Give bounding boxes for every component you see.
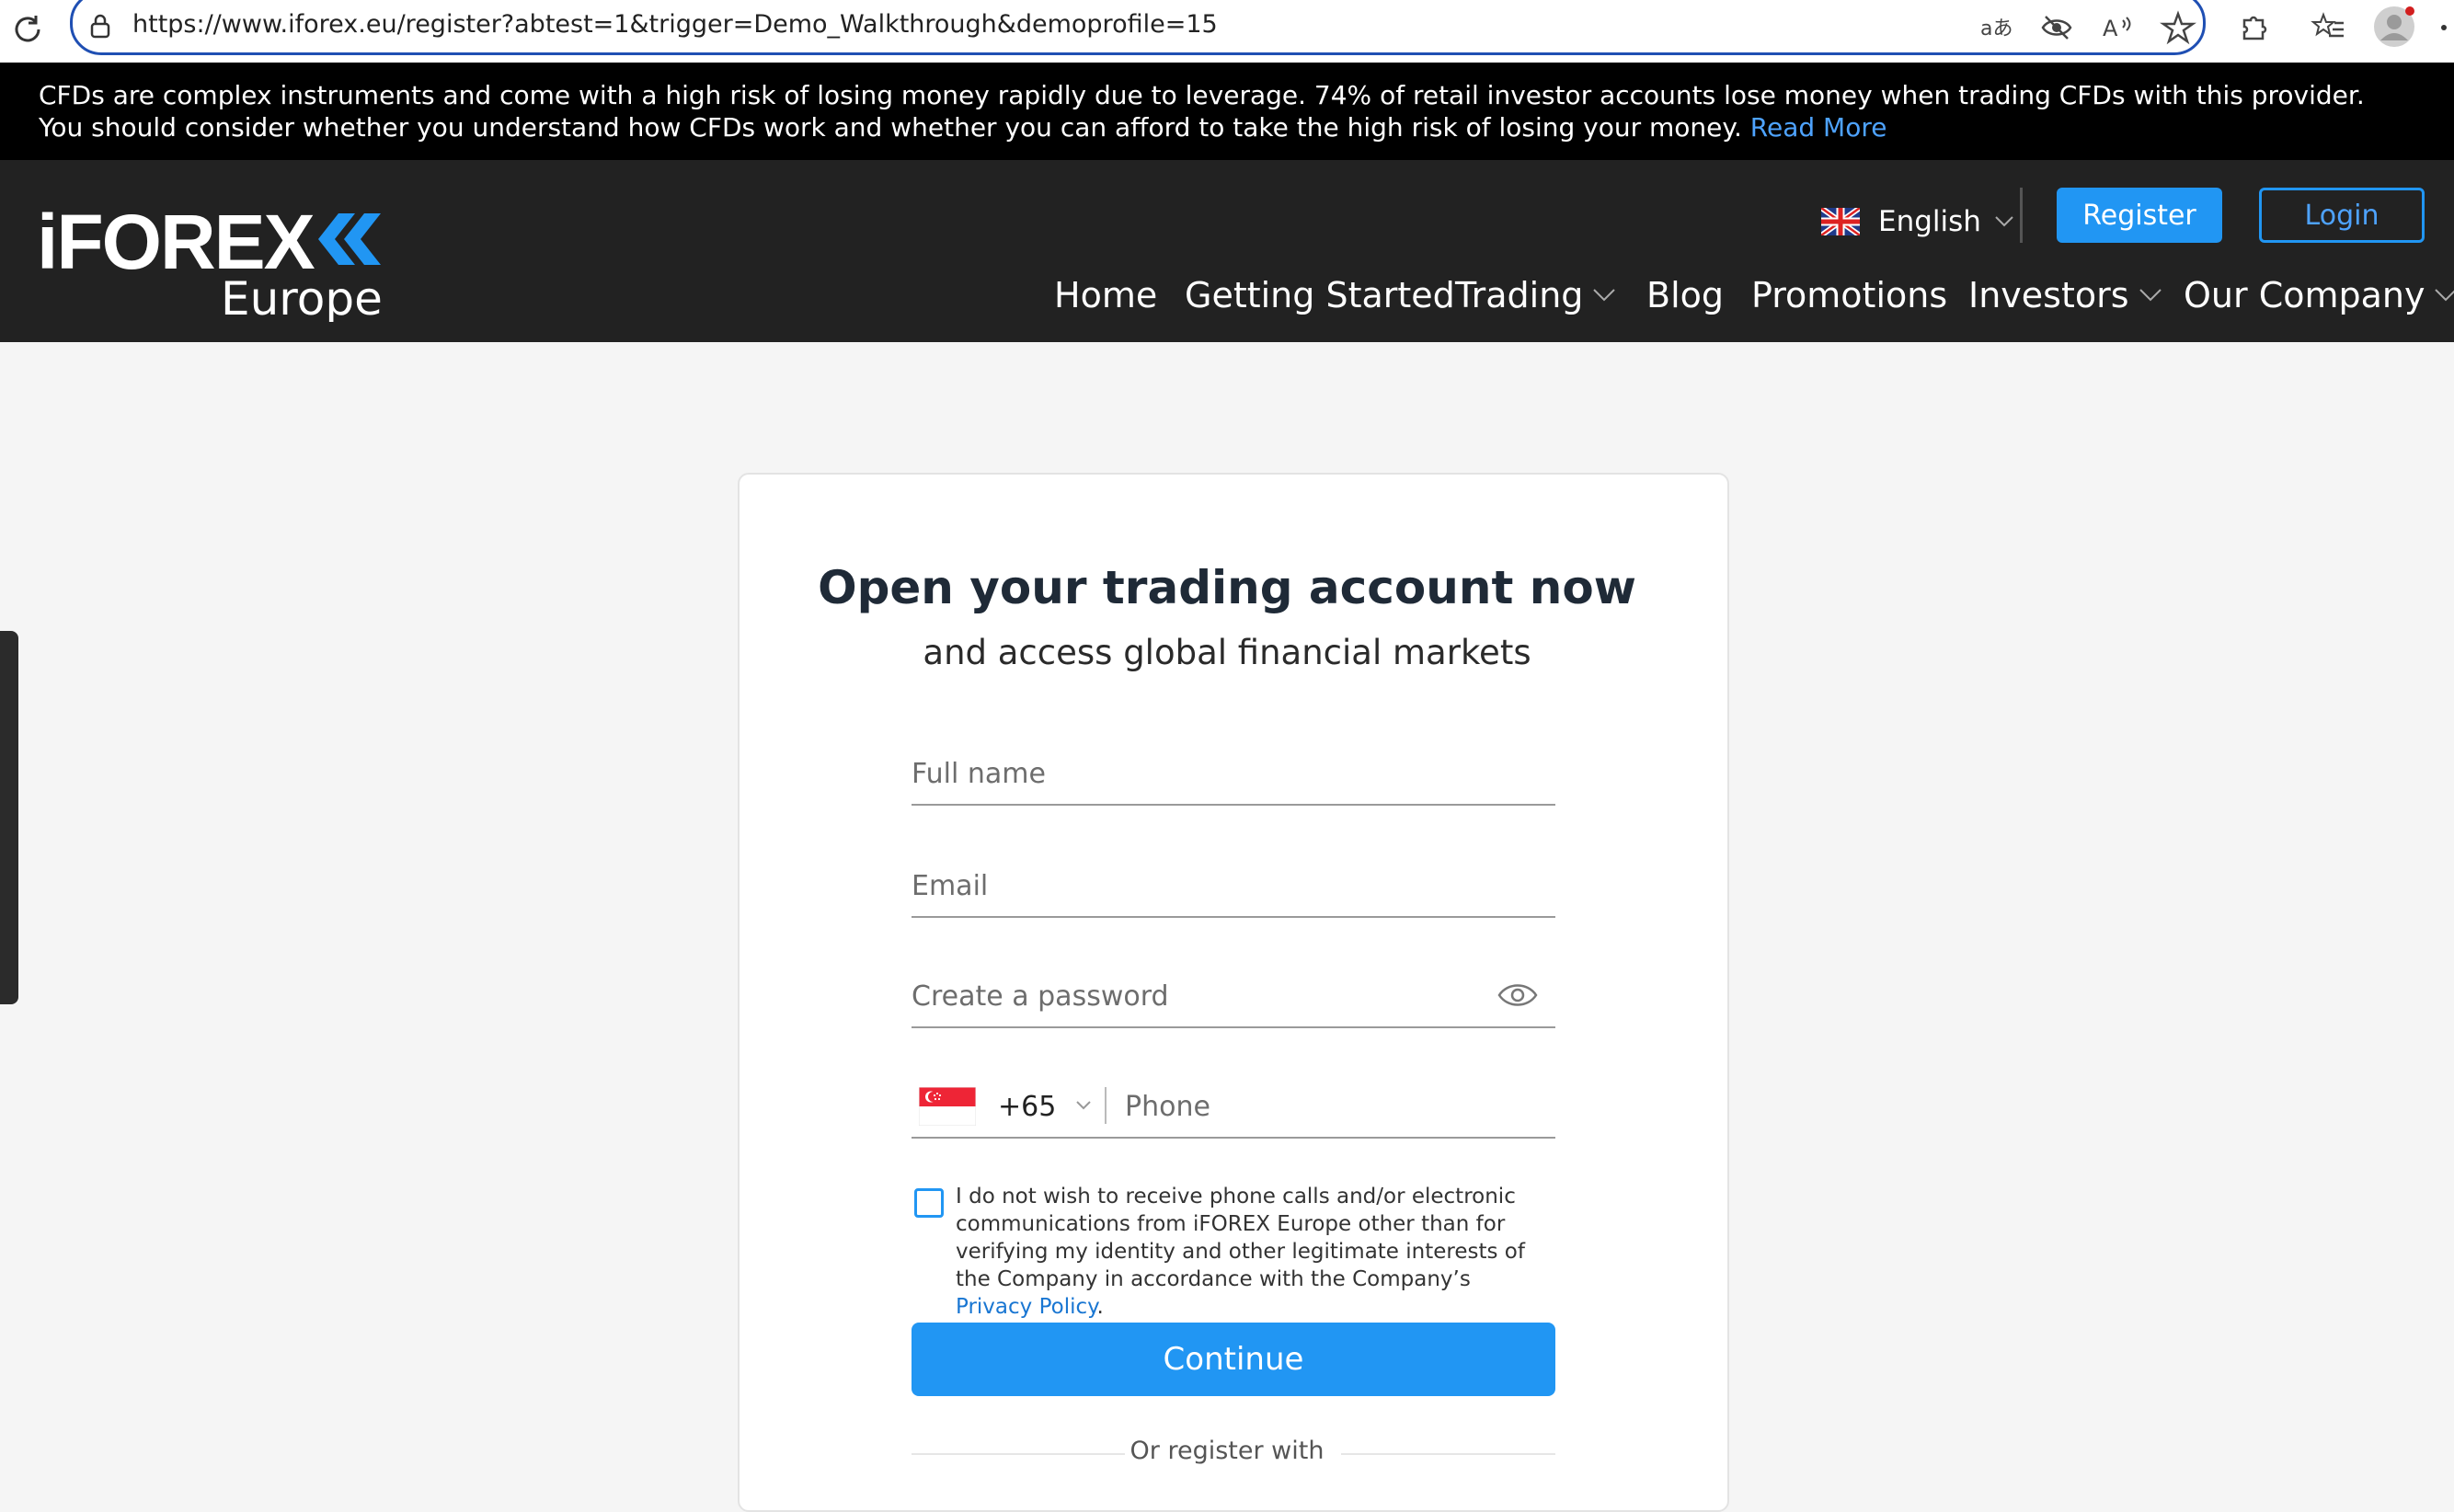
nav-our-company-label: Our Company <box>2184 275 2425 315</box>
chevron-down-icon[interactable] <box>1075 1100 1092 1111</box>
chevron-down-icon <box>2139 289 2162 302</box>
nav-blog[interactable]: Blog <box>1646 272 1724 318</box>
show-password-eye-icon[interactable] <box>1496 979 1539 1012</box>
nav-getting-started-label: Getting Started <box>1185 275 1455 315</box>
nav-getting-started[interactable]: Getting Started <box>1185 272 1455 318</box>
password-field[interactable]: Create a password <box>912 975 1555 1028</box>
profile-avatar-icon[interactable] <box>2373 6 2415 48</box>
iforex-europe-logo[interactable]: iFOREX Europe <box>37 193 386 322</box>
form-subtitle: and access global financial markets <box>923 633 1531 672</box>
risk-warning-line-2: You should consider whether you understa… <box>39 111 2454 143</box>
tracking-prevention-icon[interactable] <box>2038 9 2075 46</box>
nav-investors-label: Investors <box>1968 275 2129 315</box>
chevron-down-icon <box>1995 216 2013 227</box>
browser-toolbar: https://www.iforex.eu/register?abtest=1&… <box>0 0 2454 63</box>
marketing-opt-out-checkbox[interactable] <box>914 1188 944 1218</box>
url-text[interactable]: https://www.iforex.eu/register?abtest=1&… <box>132 10 1218 39</box>
favorites-icon[interactable] <box>2311 9 2347 46</box>
email-field[interactable]: Email <box>912 865 1555 918</box>
or-register-with-label: Or register with <box>1130 1437 1324 1465</box>
language-selector[interactable]: English <box>1821 199 2014 245</box>
chevron-down-icon <box>1593 289 1616 302</box>
svg-text:aあ: aあ <box>1980 17 2013 40</box>
translate-icon[interactable]: aあ <box>1978 9 2014 46</box>
nav-trading-label: Trading <box>1455 275 1584 315</box>
phone-divider <box>1105 1087 1107 1124</box>
nav-blog-label: Blog <box>1646 275 1724 315</box>
consent-period: . <box>1096 1295 1104 1319</box>
side-panel-handle[interactable] <box>0 631 18 1004</box>
full-name-field[interactable]: Full name <box>912 752 1555 806</box>
site-header: iFOREX Europe English Register Login Hom… <box>0 160 2454 342</box>
nav-trading[interactable]: Trading <box>1455 272 1616 318</box>
language-label: English <box>1878 205 1981 238</box>
header-divider <box>2020 188 2023 243</box>
nav-home-label: Home <box>1054 275 1158 315</box>
nav-investors[interactable]: Investors <box>1968 272 2162 318</box>
svg-text:Europe: Europe <box>221 272 383 322</box>
phone-placeholder: Phone <box>1125 1091 1210 1123</box>
chevron-down-icon <box>2435 289 2454 302</box>
favorite-star-icon[interactable] <box>2160 9 2196 46</box>
consent-text: I do not wish to receive phone calls and… <box>956 1183 1554 1321</box>
uk-flag-icon <box>1821 208 1860 235</box>
consent-body: I do not wish to receive phone calls and… <box>956 1185 1525 1291</box>
more-menu-icon[interactable] <box>2437 9 2450 46</box>
read-more-link[interactable]: Read More <box>1750 112 1887 143</box>
register-button[interactable]: Register <box>2057 188 2222 243</box>
phone-field[interactable]: +65 Phone <box>912 1085 1555 1139</box>
extensions-icon[interactable] <box>2235 9 2272 46</box>
svg-text:A: A <box>2103 16 2118 41</box>
country-code[interactable]: +65 <box>998 1091 1056 1123</box>
site-info-icon[interactable] <box>85 11 116 42</box>
risk-warning-banner: CFDs are complex instruments and come wi… <box>0 63 2454 160</box>
email-placeholder: Email <box>912 870 989 902</box>
nav-our-company[interactable]: Our Company <box>2184 272 2454 318</box>
nav-promotions-label: Promotions <box>1751 275 1948 315</box>
password-placeholder: Create a password <box>912 980 1169 1013</box>
reload-icon[interactable] <box>9 11 46 48</box>
nav-home[interactable]: Home <box>1054 272 1157 318</box>
risk-warning-text: You should consider whether you understa… <box>39 112 1742 143</box>
read-aloud-icon[interactable]: A <box>2099 9 2136 46</box>
singapore-flag-icon[interactable] <box>919 1087 976 1126</box>
continue-button[interactable]: Continue <box>912 1323 1555 1396</box>
login-button[interactable]: Login <box>2259 188 2425 243</box>
nav-promotions[interactable]: Promotions <box>1751 272 1947 318</box>
risk-warning-line-1: CFDs are complex instruments and come wi… <box>39 80 2365 110</box>
full-name-placeholder: Full name <box>912 758 1046 790</box>
form-title: Open your trading account now <box>818 561 1636 614</box>
privacy-policy-link[interactable]: Privacy Policy <box>956 1295 1096 1319</box>
